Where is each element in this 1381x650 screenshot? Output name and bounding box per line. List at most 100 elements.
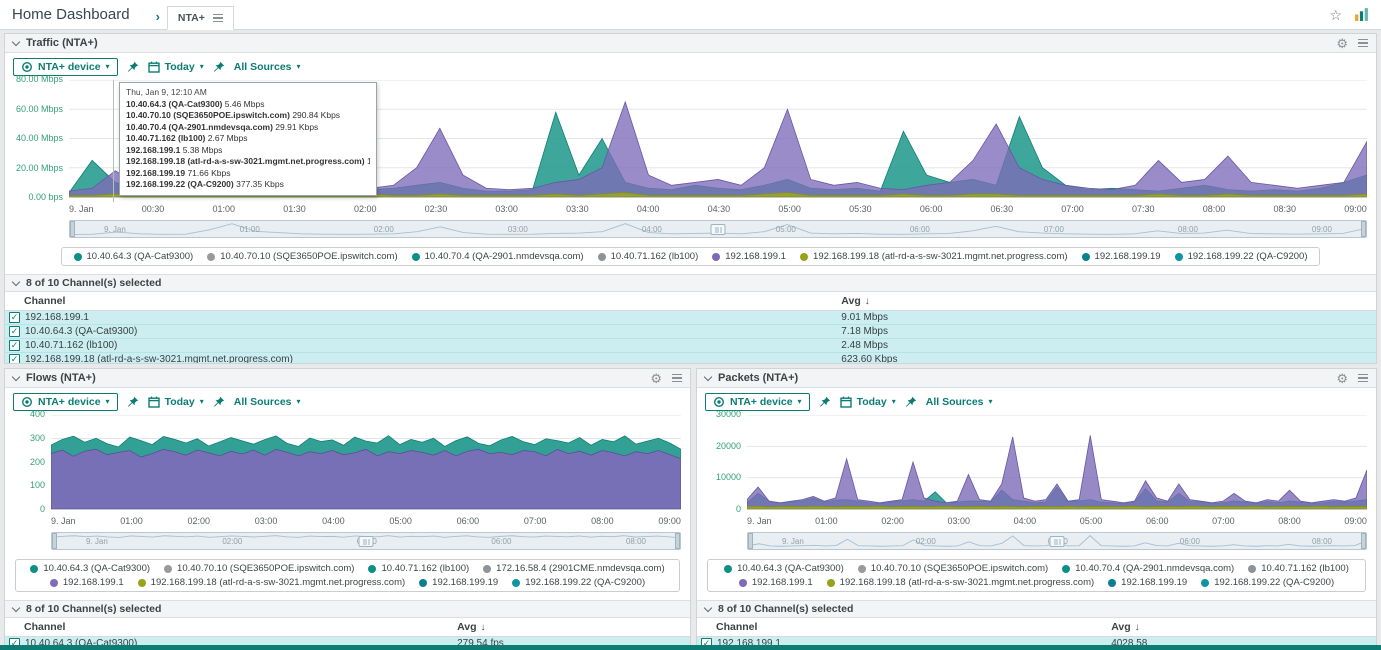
tab-menu-icon[interactable]: [213, 14, 223, 23]
legend-item[interactable]: 10.40.71.162 (lb100): [368, 563, 469, 574]
table-row[interactable]: ✓192.168.199.18 (atl-rd-a-s-sw-3021.mgmt…: [5, 353, 1376, 364]
legend-item[interactable]: 192.168.199.1: [50, 577, 124, 588]
pin-icon[interactable]: [127, 61, 139, 73]
legend-item[interactable]: 10.40.64.3 (QA-Cat9300): [30, 563, 150, 574]
brush-handle-left[interactable]: [70, 221, 75, 237]
tab-nta[interactable]: NTA+: [167, 6, 234, 30]
pin-icon[interactable]: [905, 396, 917, 408]
brush-handle-center[interactable]: [359, 536, 374, 547]
collapse-chevron-icon[interactable]: [12, 372, 20, 380]
legend-item[interactable]: 10.40.70.10 (SQE3650POE.ipswitch.com): [164, 563, 354, 574]
sources-filter-dropdown[interactable]: All Sources ▾: [234, 61, 301, 73]
channel-column-header[interactable]: Channel: [716, 621, 757, 633]
brush-handle-center[interactable]: [711, 224, 726, 235]
chevron-down-icon: ▾: [200, 62, 204, 71]
device-filter-dropdown[interactable]: NTA+ device ▾: [13, 58, 118, 76]
legend-dot-icon: [30, 565, 38, 573]
legend-item[interactable]: 192.168.199.22 (QA-C9200): [1201, 577, 1334, 588]
brush-handle-left[interactable]: [748, 533, 753, 549]
legend-item[interactable]: 192.168.199.18 (atl-rd-a-s-sw-3021.mgmt.…: [138, 577, 406, 588]
legend-item[interactable]: 10.40.70.10 (SQE3650POE.ipswitch.com): [207, 251, 397, 262]
time-range-brush[interactable]: 9. Jan02:0004:0006:0008:00: [747, 532, 1367, 550]
channel-checkbox[interactable]: ✓: [9, 340, 20, 351]
legend-item[interactable]: 10.40.70.4 (QA-2901.nmdevsqa.com): [1062, 563, 1234, 574]
collapse-chevron-icon[interactable]: [12, 603, 20, 611]
tick-label: 60.00 Mbps: [16, 104, 63, 114]
collapse-chevron-icon[interactable]: [704, 372, 712, 380]
pin-icon[interactable]: [213, 61, 225, 73]
filter-bar: NTA+ device ▾ Today ▾ All Sources ▾: [5, 388, 690, 415]
gear-icon[interactable]: ⚙: [650, 372, 662, 385]
calendar-icon: [148, 396, 160, 408]
table-row[interactable]: ✓10.40.64.3 (QA-Cat9300)7.18 Mbps: [5, 325, 1376, 339]
pin-icon[interactable]: [213, 396, 225, 408]
device-filter-dropdown[interactable]: NTA+ device ▾: [705, 393, 810, 411]
favorite-star-icon[interactable]: ☆: [1329, 8, 1342, 22]
channel-checkbox[interactable]: ✓: [9, 354, 20, 364]
dashboard-chart-icon[interactable]: [1354, 7, 1369, 22]
time-range-brush[interactable]: 9. Jan01:0002:0003:0004:0005:0006:0007:0…: [69, 220, 1367, 238]
panel-title: Traffic (NTA+): [26, 37, 98, 49]
channel-avg: 2.48 Mbps: [841, 340, 888, 351]
avg-column-header[interactable]: Avg: [457, 621, 476, 633]
legend-item[interactable]: 192.168.199.19: [419, 577, 498, 588]
table-row[interactable]: ✓192.168.199.19.01 Mbps: [5, 311, 1376, 325]
brush-handle-left[interactable]: [52, 533, 57, 549]
avg-column-header[interactable]: Avg: [1111, 621, 1130, 633]
panel-menu-icon[interactable]: [1358, 39, 1368, 48]
tick-label: 9. Jan: [51, 516, 76, 526]
pin-icon[interactable]: [819, 396, 831, 408]
flows-chart[interactable]: [51, 415, 681, 510]
channel-checkbox[interactable]: ✓: [9, 312, 20, 323]
legend-item[interactable]: 10.40.71.162 (lb100): [598, 251, 699, 262]
time-filter-dropdown[interactable]: Today ▾: [840, 396, 896, 408]
legend-item[interactable]: 172.16.58.4 (2901CME.nmdevsqa.com): [483, 563, 664, 574]
time-filter-dropdown[interactable]: Today ▾: [148, 396, 204, 408]
table-row[interactable]: ✓10.40.71.162 (lb100)2.48 Mbps: [5, 339, 1376, 353]
gear-icon[interactable]: ⚙: [1336, 37, 1348, 50]
legend-item[interactable]: 192.168.199.1: [739, 577, 813, 588]
panel-menu-icon[interactable]: [672, 374, 682, 383]
tick-label: 300: [30, 433, 45, 443]
legend-item[interactable]: 192.168.199.18 (atl-rd-a-s-sw-3021.mgmt.…: [800, 251, 1068, 262]
pin-icon[interactable]: [127, 396, 139, 408]
legend-item[interactable]: 10.40.64.3 (QA-Cat9300): [724, 563, 844, 574]
sort-desc-icon[interactable]: ↓: [865, 296, 870, 307]
avg-column-header[interactable]: Avg: [841, 295, 860, 307]
legend-item[interactable]: 10.40.64.3 (QA-Cat9300): [74, 251, 194, 262]
collapse-chevron-icon[interactable]: [12, 37, 20, 45]
legend-item[interactable]: 192.168.199.18 (atl-rd-a-s-sw-3021.mgmt.…: [827, 577, 1095, 588]
gear-icon[interactable]: ⚙: [1336, 372, 1348, 385]
time-filter-dropdown[interactable]: Today ▾: [148, 61, 204, 73]
legend-dot-icon: [1248, 565, 1256, 573]
panel-menu-icon[interactable]: [1358, 374, 1368, 383]
legend-item[interactable]: 192.168.199.19: [1082, 251, 1161, 262]
legend-item[interactable]: 10.40.70.4 (QA-2901.nmdevsqa.com): [412, 251, 584, 262]
sources-filter-dropdown[interactable]: All Sources ▾: [234, 396, 301, 408]
legend-item[interactable]: 10.40.71.162 (lb100): [1248, 563, 1349, 574]
channel-column-header[interactable]: Channel: [24, 295, 65, 307]
breadcrumb-chevron-icon[interactable]: ›: [156, 9, 160, 24]
channel-checkbox[interactable]: ✓: [9, 326, 20, 337]
sort-desc-icon[interactable]: ↓: [481, 622, 486, 633]
channel-column-header[interactable]: Channel: [24, 621, 65, 633]
device-filter-dropdown[interactable]: NTA+ device ▾: [13, 393, 118, 411]
packets-chart[interactable]: [747, 415, 1367, 510]
brush-handle-right[interactable]: [1361, 533, 1366, 549]
sort-desc-icon[interactable]: ↓: [1135, 622, 1140, 633]
collapse-chevron-icon[interactable]: [704, 603, 712, 611]
legend-item[interactable]: 192.168.199.22 (QA-C9200): [512, 577, 645, 588]
collapse-chevron-icon[interactable]: [12, 277, 20, 285]
legend-item[interactable]: 192.168.199.22 (QA-C9200): [1175, 251, 1308, 262]
sources-filter-dropdown[interactable]: All Sources ▾: [926, 396, 993, 408]
brush-handle-right[interactable]: [1361, 221, 1366, 237]
legend-label: 10.40.70.4 (QA-2901.nmdevsqa.com): [425, 251, 584, 262]
legend-dot-icon: [1082, 253, 1090, 261]
brush-handle-center[interactable]: [1050, 536, 1065, 547]
legend-item[interactable]: 192.168.199.1: [712, 251, 786, 262]
legend-item[interactable]: 10.40.70.10 (SQE3650POE.ipswitch.com): [858, 563, 1048, 574]
time-range-brush[interactable]: 9. Jan02:0004:0006:0008:00: [51, 532, 681, 550]
legend-label: 192.168.199.1: [63, 577, 124, 588]
legend-item[interactable]: 192.168.199.19: [1108, 577, 1187, 588]
brush-handle-right[interactable]: [675, 533, 680, 549]
